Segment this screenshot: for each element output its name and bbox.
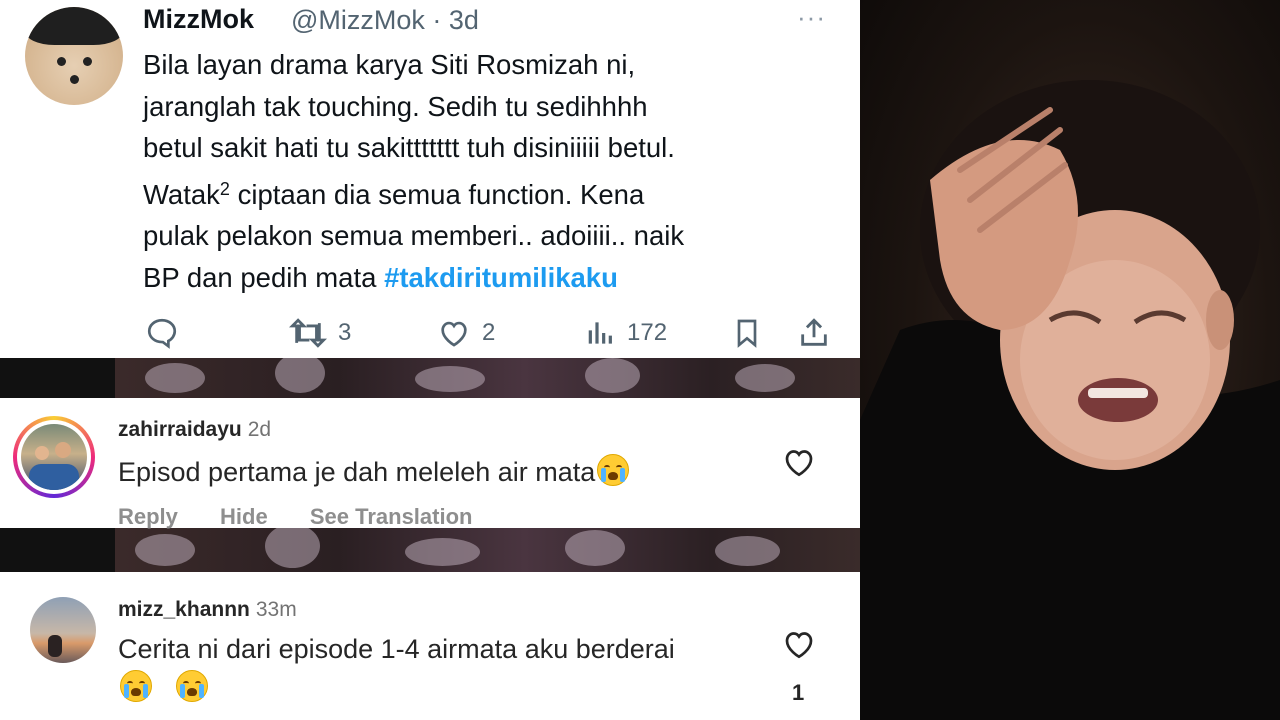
story-ring-avatar[interactable] <box>13 416 95 498</box>
comment-card: mizz_khannn 33m Cerita ni dari episode 1-… <box>0 572 860 720</box>
loudly-crying-face-icon <box>597 454 630 486</box>
comment-like-count: 1 <box>792 680 805 705</box>
tweet-line-part: ciptaan dia semua function. Kena <box>229 178 645 210</box>
see-translation-link[interactable]: See Translation <box>310 504 473 529</box>
loudly-crying-face-icon <box>120 670 152 702</box>
share-button[interactable] <box>797 313 831 353</box>
photo-strip-bottom <box>115 528 860 572</box>
like-count: 2 <box>482 319 496 346</box>
comment-time: 2d <box>247 418 272 441</box>
crying-woman-photo <box>860 0 1280 720</box>
retweet-button[interactable]: 3 <box>288 313 351 353</box>
comment-username[interactable]: zahirraidayu 2d <box>118 418 271 442</box>
tweet-line: Watak2 ciptaan dia semua function. Kena <box>143 169 843 216</box>
views-button[interactable]: 172 <box>585 313 667 353</box>
photo-illustration <box>860 80 1280 720</box>
comment-like-heart-icon[interactable] <box>780 444 818 480</box>
comment-avatar[interactable] <box>30 597 96 663</box>
comment-username[interactable]: mizz_khannn 33m <box>118 598 297 622</box>
more-options-icon[interactable]: ··· <box>797 2 826 33</box>
comment-like-heart-icon[interactable] <box>780 626 818 662</box>
tweet-line: BP dan pedih mata #takdiritumilikaku <box>143 257 843 299</box>
bookmark-button[interactable] <box>731 313 763 353</box>
tweet-line: Bila layan drama karya Siti Rosmizah ni, <box>143 49 636 80</box>
comment-text: Cerita ni dari episode 1-4 airmata aku b… <box>118 634 675 664</box>
comment-time: 33m <box>255 598 297 621</box>
username-text[interactable]: mizz_khannn <box>118 598 250 621</box>
reply-button[interactable] <box>145 313 179 353</box>
hide-link[interactable]: Hide <box>220 504 268 529</box>
superscript: 2 <box>219 178 230 199</box>
tweet-line: jaranglah tak touching. Sedih tu sedihhh… <box>143 90 648 122</box>
retweet-count: 3 <box>338 319 352 346</box>
comment-card: zahirraidayu 2d Episod pertama je dah mel… <box>0 398 860 530</box>
tweet-avatar[interactable] <box>25 7 123 105</box>
loudly-crying-face-icon <box>175 670 208 702</box>
tweet-line-part: BP dan pedih mata <box>143 261 385 293</box>
tweet-display-name[interactable]: MizzMok <box>143 4 254 35</box>
tweet-text: Bila layan drama karya Siti Rosmizah ni,… <box>143 44 843 298</box>
bookmark-icon <box>737 319 757 348</box>
heart-icon <box>441 321 467 347</box>
hashtag-link[interactable]: #takdiritumilikaku <box>384 262 618 293</box>
views-chart-icon <box>588 322 612 344</box>
reply-icon <box>147 318 177 349</box>
like-button[interactable]: 2 <box>436 313 495 353</box>
username-text[interactable]: zahirraidayu <box>118 418 242 441</box>
share-icon <box>801 318 827 346</box>
comment-text-content: Episod pertama je dah meleleh air mata <box>118 457 596 487</box>
tweet-line: betul sakit hati tu sakittttttt tuh disi… <box>143 132 675 163</box>
views-count: 172 <box>627 319 668 346</box>
tweet-line-part: Watak <box>143 178 220 210</box>
reply-link[interactable]: Reply <box>118 504 178 529</box>
comment-emojis <box>118 670 208 704</box>
retweet-icon <box>288 318 328 348</box>
photo-strip-top <box>115 358 860 398</box>
comment-text: Episod pertama je dah meleleh air mata <box>118 454 630 488</box>
tweet-card: MizzMok @MizzMok · 3d ··· Bila layan dra… <box>0 0 860 358</box>
tweet-line: pulak pelakon semua memberi.. adoiiii.. … <box>143 220 685 251</box>
tweet-handle-time[interactable]: @MizzMok · 3d <box>291 5 479 36</box>
comment-actions: Reply Hide See Translation <box>118 504 508 530</box>
